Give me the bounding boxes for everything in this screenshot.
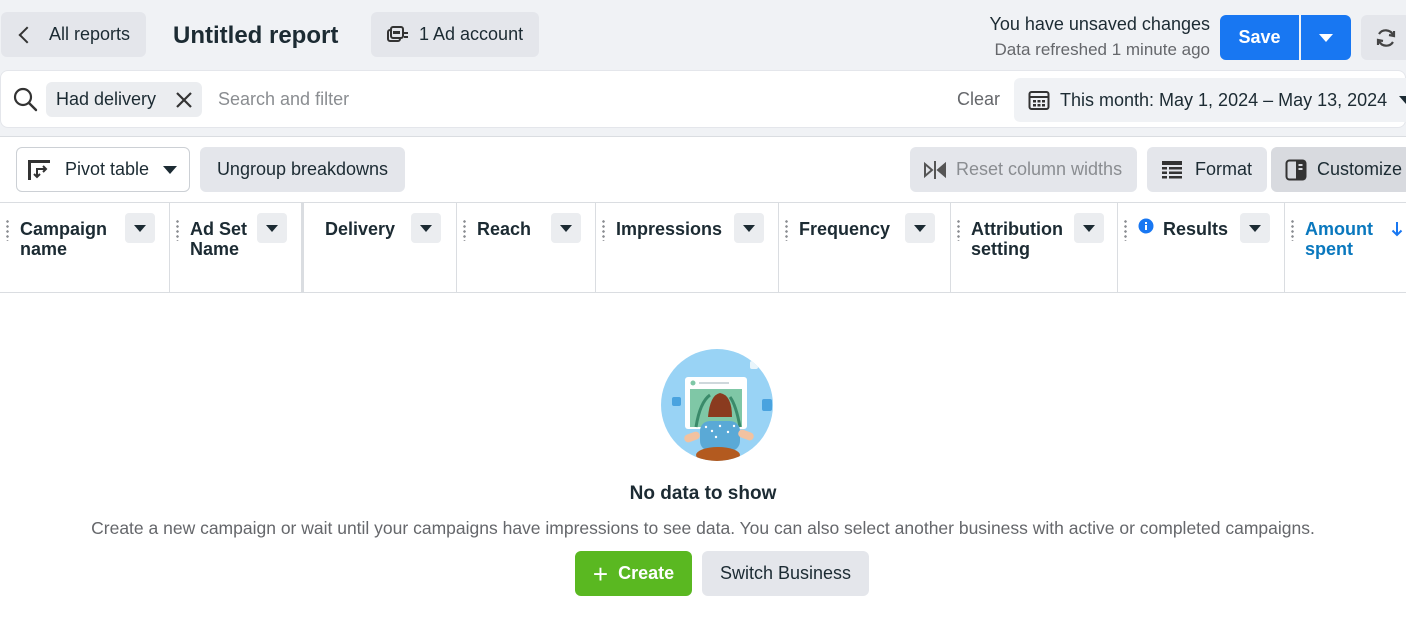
empty-state-title: No data to show [629,483,777,504]
format-button[interactable]: Format [1147,147,1267,192]
drag-handle-icon[interactable] [1291,219,1294,241]
column-label: Ad Set [190,219,248,239]
filter-chip-label: Had delivery [56,89,157,109]
caret-down-icon [420,224,432,232]
column-label: Attribution [971,219,1063,239]
pivot-table-label: Pivot table [65,159,150,179]
column-label: spent [1305,239,1354,259]
caret-down-icon [914,224,926,232]
customize-label: Customize [1317,159,1403,179]
column-menu-button[interactable] [734,213,764,243]
drag-handle-icon[interactable] [6,219,9,241]
column-label: setting [971,239,1031,259]
data-refreshed-text: Data refreshed 1 minute ago [994,40,1210,59]
drag-handle-icon[interactable] [602,219,605,241]
format-label: Format [1195,159,1253,179]
clear-filters-button[interactable]: Clear [957,89,1000,110]
column-label: Reach [477,219,532,239]
date-range-picker[interactable]: This month: May 1, 2024 – May 13, 2024 [1014,78,1406,122]
create-campaign-button[interactable]: + Create [575,551,692,596]
column-label: Campaign [20,219,108,239]
column-header-frequency[interactable]: Frequency [779,203,951,292]
drag-handle-icon[interactable] [1124,219,1127,241]
column-header-impressions[interactable]: Impressions [596,203,779,292]
create-label: Create [618,563,675,583]
column-label: Impressions [616,219,723,239]
remove-filter-icon[interactable] [176,91,192,108]
customize-columns-icon [1285,159,1307,180]
column-header-delivery[interactable]: Delivery [304,203,457,292]
sort-descending-icon[interactable] [1391,221,1403,237]
column-label: Delivery [325,219,396,239]
ungroup-breakdowns-button[interactable]: Ungroup breakdowns [200,147,405,192]
caret-down-icon [266,224,278,232]
caret-down-icon [743,224,755,232]
customize-button[interactable]: Customize [1271,147,1406,192]
drag-handle-icon[interactable] [176,219,179,241]
search-filter-input[interactable] [218,82,818,117]
drag-handle-icon[interactable] [463,219,466,241]
column-label: Frequency [799,219,891,239]
ad-account-button[interactable]: 1 Ad account [371,12,539,57]
table-header-row: Campaign name Ad Set Name Delivery Reach I… [0,203,1406,293]
refresh-icon [1376,28,1396,47]
empty-state-description: Create a new campaign or wait until your… [91,518,1315,538]
pivot-table-dropdown[interactable]: Pivot table [16,147,190,192]
column-resize-icon [924,160,946,179]
caret-down-icon [134,224,146,232]
report-title[interactable]: Untitled report [173,22,338,50]
caret-down-icon [1399,96,1406,104]
column-header-campaign-name[interactable]: Campaign name [0,203,170,292]
column-menu-button[interactable] [1074,213,1104,243]
calendar-icon [1028,91,1050,110]
column-label: Name [190,239,240,259]
plus-icon: + [592,558,609,589]
all-reports-button[interactable]: All reports [1,12,146,57]
save-options-button[interactable] [1301,15,1351,60]
caret-down-icon [1083,224,1095,232]
format-table-icon [1162,160,1182,178]
drag-handle-icon[interactable] [957,219,960,241]
pivot-table-icon [28,159,50,180]
reset-column-widths-button[interactable]: Reset column widths [910,147,1137,192]
caret-down-icon [1319,33,1333,42]
empty-state-illustration [661,349,773,461]
caret-down-icon [1249,224,1261,232]
column-header-results[interactable]: Results [1118,203,1285,292]
column-header-amount-spent[interactable]: Amount spent [1285,203,1406,292]
unsaved-changes-text: You have unsaved changes [989,14,1210,34]
drag-handle-icon[interactable] [785,219,788,241]
column-header-ad-set-name[interactable]: Ad Set Name [170,203,304,292]
ad-account-label: 1 Ad account [419,24,524,44]
column-menu-button[interactable] [411,213,441,243]
column-header-reach[interactable]: Reach [457,203,596,292]
save-button[interactable]: Save [1220,15,1299,60]
column-menu-button[interactable] [551,213,581,243]
column-menu-button[interactable] [905,213,935,243]
filter-chip-had-delivery[interactable]: Had delivery [46,82,202,117]
ad-account-icon [387,25,408,42]
column-menu-button[interactable] [125,213,155,243]
info-icon[interactable] [1138,218,1154,234]
date-range-label: This month: May 1, 2024 – May 13, 2024 [1060,89,1388,110]
column-menu-button[interactable] [1240,213,1270,243]
column-label: name [20,239,68,259]
search-icon [12,86,38,117]
reset-column-widths-label: Reset column widths [956,159,1123,179]
chevron-left-icon [18,26,36,43]
refresh-button[interactable] [1361,15,1406,60]
caret-down-icon [163,165,178,174]
column-header-attribution-setting[interactable]: Attribution setting [951,203,1118,292]
all-reports-label: All reports [49,24,131,44]
column-label: Amount [1305,219,1373,239]
switch-business-button[interactable]: Switch Business [702,551,869,596]
column-label: Results [1163,219,1229,239]
caret-down-icon [560,224,572,232]
column-menu-button[interactable] [257,213,287,243]
